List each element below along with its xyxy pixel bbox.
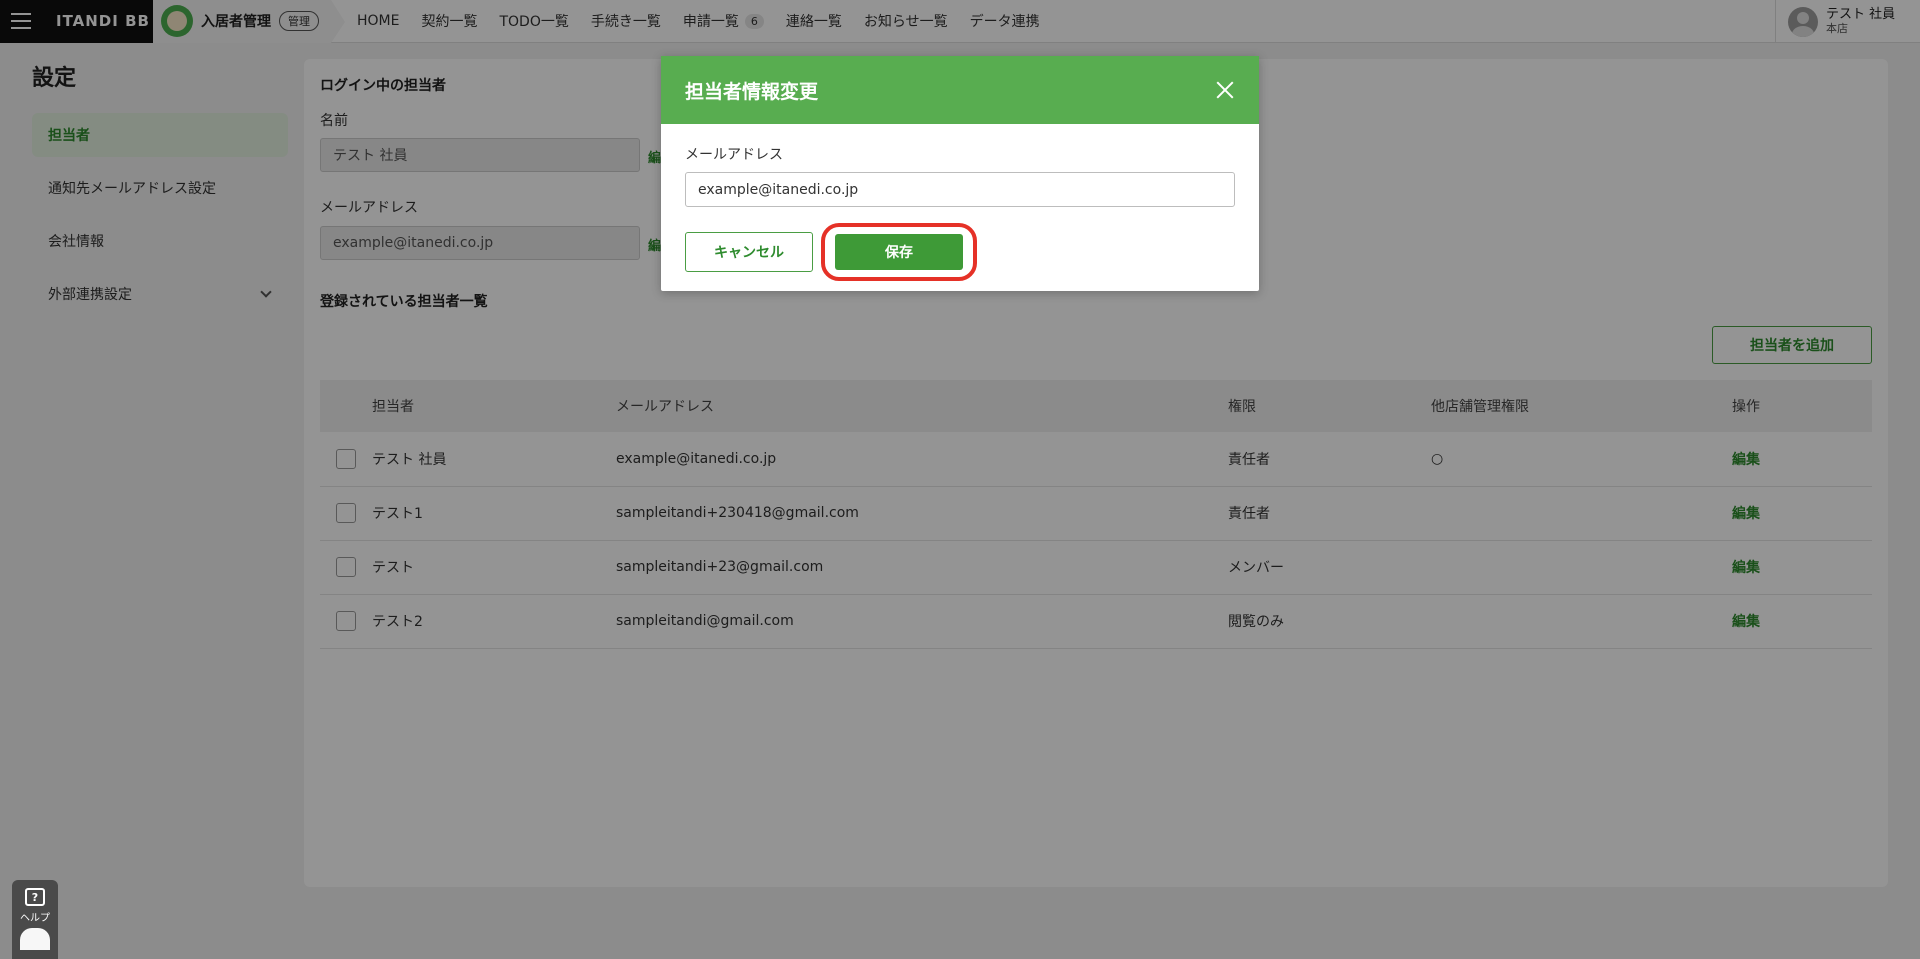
help-label: ヘルプ xyxy=(20,913,50,924)
help-icon: ? xyxy=(25,888,45,906)
close-icon[interactable] xyxy=(1215,80,1235,100)
help-mascot-icon xyxy=(20,928,50,950)
save-button[interactable]: 保存 xyxy=(835,234,963,270)
save-button-highlight: 保存 xyxy=(821,223,977,281)
modal-header: 担当者情報変更 xyxy=(661,56,1259,124)
edit-staff-modal: 担当者情報変更 メールアドレス キャンセル 保存 xyxy=(661,56,1259,291)
modal-body: メールアドレス キャンセル 保存 xyxy=(661,124,1259,281)
modal-title: 担当者情報変更 xyxy=(685,80,819,103)
modal-email-input[interactable] xyxy=(685,172,1235,207)
help-widget[interactable]: ? ヘルプ xyxy=(12,880,58,959)
modal-actions: キャンセル 保存 xyxy=(685,223,1235,281)
modal-email-label: メールアドレス xyxy=(685,147,783,163)
cancel-button[interactable]: キャンセル xyxy=(685,232,813,272)
